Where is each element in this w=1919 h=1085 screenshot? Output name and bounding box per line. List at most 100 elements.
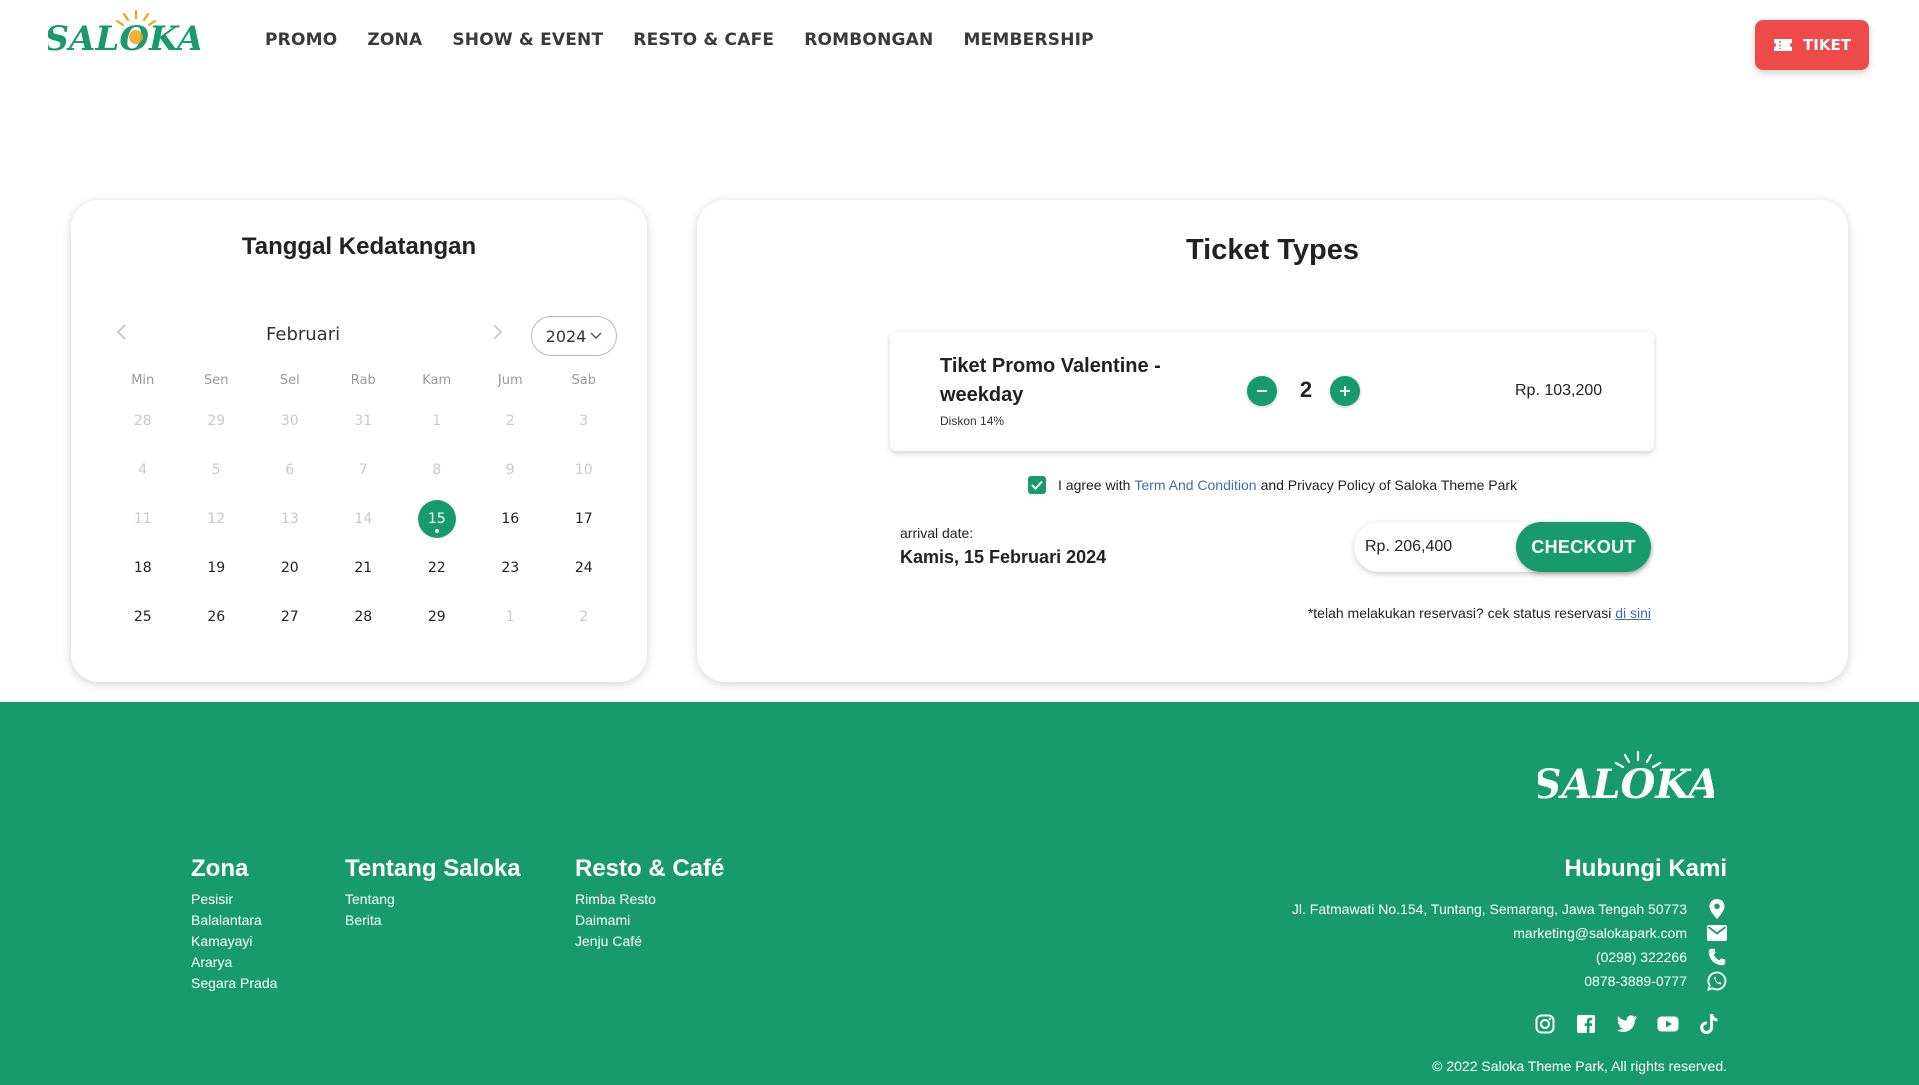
calendar-grid: Min Sen Sel Rab Kam Jum Sab 28 29 30 31 1 2 3 4 5 6 7 8 9 1… — [106, 366, 621, 641]
calendar-day-number: 23 — [501, 559, 520, 576]
calendar-month[interactable]: Februari — [266, 324, 396, 345]
ticket-discount: Diskon 14% — [940, 414, 1005, 428]
reservation-note: *telah melakukan reservasi? cek status r… — [1277, 605, 1651, 621]
calendar-day-number: 12 — [207, 510, 226, 527]
calendar-day[interactable]: 19 — [180, 543, 254, 592]
calendar-day-number: 28 — [354, 608, 373, 625]
footer-link-daimami[interactable]: Daimami — [575, 910, 724, 931]
contact-phone: (0298) 322266 — [1100, 946, 1727, 968]
footer-logo[interactable]: SALOKA — [1538, 748, 1714, 808]
whatsapp-text[interactable]: 0878-3889-0777 — [1584, 973, 1687, 989]
footer-link-balalantara[interactable]: Balalantara — [191, 910, 277, 931]
calendar-day[interactable]: 20 — [253, 543, 327, 592]
calendar-day[interactable]: 23 — [474, 543, 548, 592]
calendar-day[interactable]: 16 — [474, 494, 548, 543]
phone-icon — [1707, 947, 1727, 967]
nav-membership[interactable]: MEMBERSHIP — [963, 30, 1093, 50]
terms-link[interactable]: Term And Condition — [1134, 477, 1256, 493]
prev-month-icon[interactable] — [112, 322, 132, 342]
calendar-day: 4 — [106, 445, 180, 494]
footer-logo-wordmark: SALOKA — [1538, 761, 1714, 808]
year-select[interactable]: 2024 — [531, 316, 617, 356]
footer-link-segara-prada[interactable]: Segara Prada — [191, 973, 277, 994]
decrease-quantity-button[interactable] — [1247, 376, 1277, 406]
calendar-day: 31 — [327, 396, 401, 445]
calendar-day-number: 6 — [285, 461, 295, 478]
calendar-day: 10 — [547, 445, 621, 494]
calendar-day-number: 26 — [207, 608, 226, 625]
contact-address: Jl. Fatmawati No.154, Tuntang, Semarang,… — [1100, 898, 1727, 920]
reservation-status-link[interactable]: di sini — [1615, 605, 1651, 621]
calendar-day[interactable]: 27 — [253, 592, 327, 641]
calendar-day[interactable]: 28 — [327, 592, 401, 641]
ticket-button[interactable]: TIKET — [1755, 20, 1869, 70]
address-text: Jl. Fatmawati No.154, Tuntang, Semarang,… — [1291, 901, 1687, 917]
calendar-day: 5 — [180, 445, 254, 494]
main-nav: PROMO ZONA SHOW & EVENT RESTO & CAFE ROM… — [265, 30, 1094, 50]
calendar-day-number: 1 — [432, 412, 442, 429]
youtube-icon[interactable] — [1657, 1013, 1679, 1035]
terms-agreement: I agree with Term And Condition and Priv… — [1028, 476, 1517, 494]
weekday-header: Min Sen Sel Rab Kam Jum Sab — [106, 366, 621, 396]
contact-title: Hubungi Kami — [1564, 855, 1727, 882]
calendar-day[interactable]: 21 — [327, 543, 401, 592]
terms-checkbox[interactable] — [1028, 476, 1046, 494]
next-month-icon[interactable] — [487, 322, 507, 342]
calendar-day-number: 3 — [579, 412, 589, 429]
twitter-icon[interactable] — [1616, 1013, 1638, 1035]
nav-show-event[interactable]: SHOW & EVENT — [452, 30, 603, 50]
saloka-logo[interactable]: SALOKA — [48, 8, 200, 58]
footer-link-tentang[interactable]: Tentang — [345, 889, 521, 910]
email-text[interactable]: marketing@salokapark.com — [1513, 925, 1687, 941]
calendar-day-number: 16 — [501, 510, 520, 527]
calendar-day[interactable]: 25 — [106, 592, 180, 641]
calendar-day: 9 — [474, 445, 548, 494]
tiktok-icon[interactable] — [1698, 1013, 1720, 1035]
contact-email: marketing@salokapark.com — [1100, 922, 1727, 944]
calendar-day-number: 15 — [417, 499, 456, 538]
nav-rombongan[interactable]: ROMBONGAN — [804, 30, 933, 50]
calendar-day: 30 — [253, 396, 327, 445]
calendar-week-row: 18 19 20 21 22 23 24 — [106, 543, 621, 592]
calendar-day-number: 21 — [354, 559, 373, 576]
checkout-button[interactable]: CHECKOUT — [1516, 522, 1651, 572]
calendar-week-row: 25 26 27 28 29 1 2 — [106, 592, 621, 641]
ticket-price: Rp. 103,200 — [1515, 382, 1603, 399]
nav-promo[interactable]: PROMO — [265, 30, 337, 50]
nav-zona[interactable]: ZONA — [367, 30, 422, 50]
check-icon — [1031, 480, 1043, 490]
instagram-icon[interactable] — [1534, 1013, 1556, 1035]
calendar-day[interactable]: 24 — [547, 543, 621, 592]
calendar-day-selected[interactable]: 15 — [400, 494, 474, 543]
calendar-day[interactable]: 17 — [547, 494, 621, 543]
footer-link-ararya[interactable]: Ararya — [191, 952, 277, 973]
calendar-day[interactable]: 18 — [106, 543, 180, 592]
calendar-day[interactable]: 29 — [400, 592, 474, 641]
increase-quantity-button[interactable] — [1330, 376, 1360, 406]
phone-text[interactable]: (0298) 322266 — [1596, 949, 1687, 965]
calendar-day-number: 25 — [133, 608, 152, 625]
calendar-day: 3 — [547, 396, 621, 445]
footer-link-rimba-resto[interactable]: Rimba Resto — [575, 889, 724, 910]
calendar-day-number: 5 — [211, 461, 221, 478]
calendar-day: 2 — [547, 592, 621, 641]
calendar-day-number: 31 — [354, 412, 373, 429]
calendar-day[interactable]: 26 — [180, 592, 254, 641]
calendar-day-number: 20 — [280, 559, 299, 576]
footer-resto-column: Resto & Café Rimba Resto Daimami Jenju C… — [575, 855, 724, 952]
calendar-day: 12 — [180, 494, 254, 543]
facebook-icon[interactable] — [1575, 1013, 1597, 1035]
calendar-day: 1 — [400, 396, 474, 445]
ticket-types-card: Ticket Types Tiket Promo Valentine - wee… — [697, 200, 1848, 682]
footer-link-jenju-cafe[interactable]: Jenju Café — [575, 931, 724, 952]
calendar-day-number: 22 — [427, 559, 446, 576]
nav-resto-cafe[interactable]: RESTO & CAFE — [633, 30, 774, 50]
calendar-day[interactable]: 22 — [400, 543, 474, 592]
header: SALOKA PROMO ZONA SHOW & EVENT RESTO & C… — [0, 0, 1919, 88]
footer-link-berita[interactable]: Berita — [345, 910, 521, 931]
footer-link-kamayayi[interactable]: Kamayayi — [191, 931, 277, 952]
whatsapp-icon — [1707, 971, 1727, 991]
calendar-week-row: 4 5 6 7 8 9 10 — [106, 445, 621, 494]
calendar-day-number: 30 — [280, 412, 299, 429]
footer-link-pesisir[interactable]: Pesisir — [191, 889, 277, 910]
